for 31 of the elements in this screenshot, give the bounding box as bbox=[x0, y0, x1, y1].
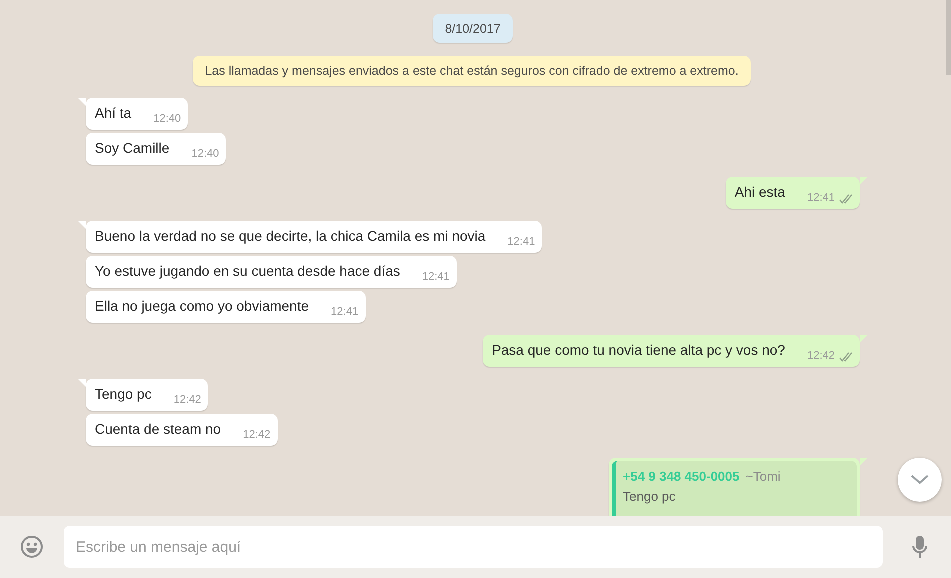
message-time: 12:42 bbox=[807, 349, 835, 364]
message-text: Soy Camille bbox=[95, 139, 170, 158]
message-text: Ahi esta bbox=[734, 183, 786, 202]
quote-text: Tengo pc bbox=[623, 489, 677, 504]
message-input[interactable]: Escribe un mensaje aquí bbox=[64, 526, 883, 568]
date-chip: 8/10/2017 bbox=[433, 14, 513, 43]
smiley-icon[interactable] bbox=[20, 535, 44, 559]
message-time: 12:40 bbox=[154, 112, 182, 127]
quote-author: +54 9 348 450-0005 bbox=[623, 469, 740, 484]
message-text: Ahí ta bbox=[95, 104, 132, 123]
message-text: Pasa que como tu novia tiene alta pc y vos no? bbox=[492, 341, 786, 360]
encryption-notice: Las llamadas y mensajes enviados a este chat están seguros con cifrado de extremo a extremo. bbox=[193, 56, 751, 86]
microphone-icon[interactable] bbox=[912, 535, 928, 559]
message-time: 12:41 bbox=[508, 235, 536, 250]
message-time: 12:40 bbox=[192, 147, 220, 162]
double-check-icon bbox=[839, 352, 853, 362]
quote-name: ~Tomi bbox=[746, 469, 781, 484]
message-text: Tengo pc bbox=[95, 385, 152, 404]
message-text: Cuenta de steam no bbox=[95, 420, 222, 439]
message-time: 12:42 bbox=[174, 393, 202, 408]
scrollbar[interactable] bbox=[946, 0, 951, 75]
scroll-down-button[interactable] bbox=[898, 458, 942, 502]
message-text: Ella no juega como yo obviamente bbox=[95, 297, 310, 316]
message-time: 12:41 bbox=[807, 191, 835, 206]
message-time: 12:41 bbox=[422, 270, 450, 285]
message-time: 12:41 bbox=[331, 305, 359, 320]
message-text: Yo estuve jugando en su cuenta desde hace días bbox=[95, 262, 400, 281]
message-text: Bueno la verdad no se que decirte, la chica Camila es mi novia bbox=[95, 227, 486, 246]
message-time: 12:42 bbox=[243, 428, 271, 443]
double-check-icon bbox=[839, 194, 853, 204]
chevron-down-icon bbox=[911, 475, 929, 485]
